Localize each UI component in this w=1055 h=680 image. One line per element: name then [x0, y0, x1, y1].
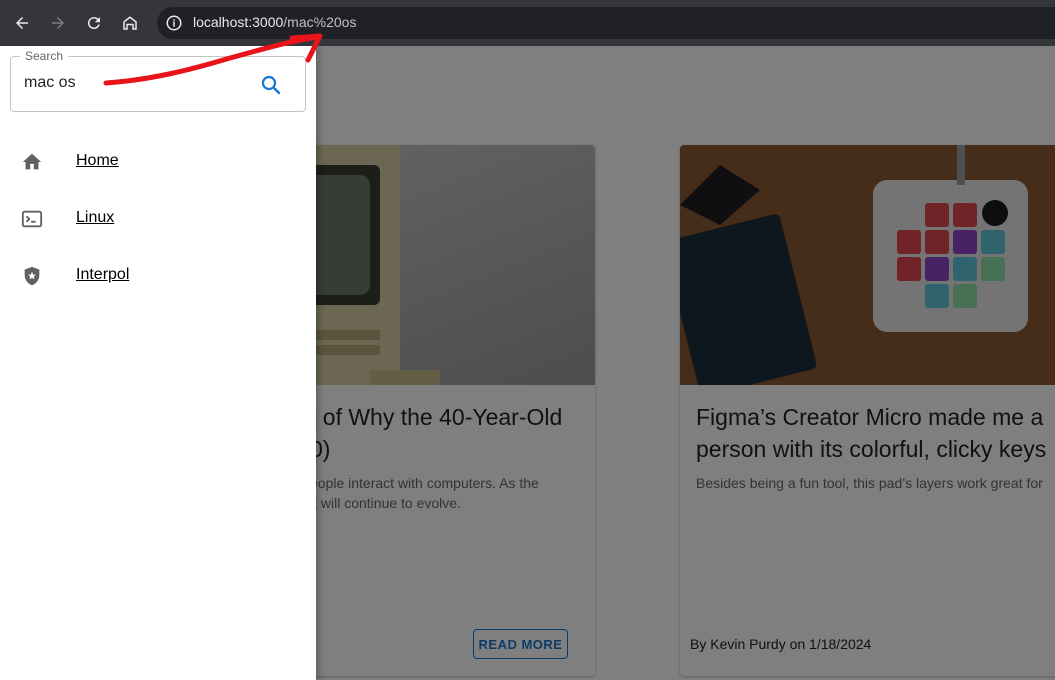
info-icon[interactable] — [165, 14, 183, 32]
search-field[interactable]: Search — [10, 49, 306, 112]
browser-toolbar: localhost:3000/mac%20os — [0, 0, 1055, 46]
arrow-right-icon — [52, 17, 64, 29]
search-label: Search — [20, 49, 69, 63]
nav-item-interpol[interactable]: Interpol — [0, 250, 316, 300]
home-icon — [22, 153, 42, 170]
nav-item-linux[interactable]: Linux — [0, 193, 316, 243]
home-icon — [123, 16, 137, 30]
url-text: localhost:3000/mac%20os — [193, 14, 356, 30]
home-button[interactable] — [118, 11, 142, 35]
url-host: localhost:3000 — [193, 14, 284, 30]
shield-star-icon — [24, 266, 40, 286]
arrow-left-icon — [16, 17, 28, 29]
url-path: /mac%20os — [283, 14, 357, 30]
page-content: t of Why the 40-Year-Old 0) eople intera… — [0, 46, 1055, 680]
address-bar[interactable]: localhost:3000/mac%20os — [157, 7, 1055, 39]
nav-item-label[interactable]: Home — [76, 152, 119, 170]
forward-button[interactable] — [46, 11, 70, 35]
reload-button[interactable] — [82, 11, 106, 35]
nav-item-label[interactable]: Interpol — [76, 266, 129, 284]
search-icon[interactable] — [259, 73, 283, 97]
back-button[interactable] — [10, 11, 34, 35]
nav-item-home[interactable]: Home — [0, 136, 316, 186]
reload-icon — [87, 17, 100, 30]
search-input[interactable] — [24, 74, 244, 92]
navigation-drawer: Search Home Linux — [0, 46, 316, 680]
nav-item-label[interactable]: Linux — [76, 209, 114, 227]
terminal-icon — [21, 210, 43, 228]
